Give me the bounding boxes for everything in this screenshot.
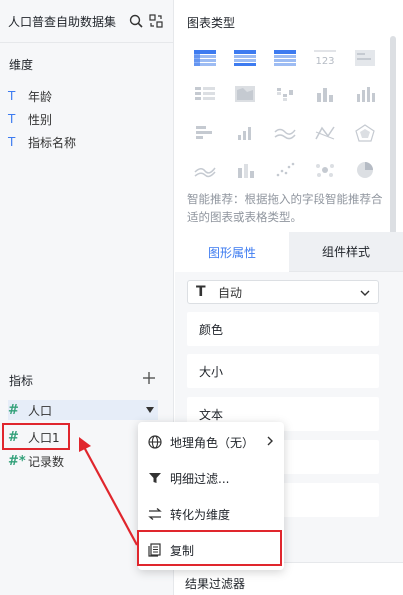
grouped-column-icon[interactable] (353, 84, 377, 104)
dimension-section-label: 维度 (9, 58, 34, 72)
field-name: 记录数 (28, 454, 65, 469)
bar-chart-icon[interactable] (193, 123, 217, 143)
property-tabs: 图形属性 组件样式 (175, 232, 403, 272)
table-chart-icon[interactable] (193, 48, 217, 68)
pie-chart-icon[interactable] (353, 160, 377, 180)
add-measure-icon[interactable] (141, 370, 157, 386)
combo-column-icon[interactable] (233, 160, 257, 180)
switch-dataset-icon[interactable] (147, 12, 165, 30)
menu-item-label: 转化为维度 (170, 507, 231, 522)
menu-item-geo-role[interactable]: 地理角色（无） (138, 424, 284, 460)
dimension-field-gender[interactable]: T 性别 (8, 110, 52, 128)
field-name: 年龄 (28, 89, 53, 104)
number-type-icon: # (8, 402, 19, 418)
grouped-table-icon[interactable] (193, 84, 217, 104)
measure-field-record-count[interactable]: #* 记录数 (8, 451, 64, 471)
filter-chart-icon[interactable] (353, 48, 377, 68)
svg-text:123: 123 (315, 56, 334, 67)
scatter-chart-icon[interactable] (273, 160, 297, 180)
scatter-column-icon[interactable] (233, 123, 257, 143)
measure-field-population[interactable]: # 人口 (8, 400, 158, 420)
property-size[interactable]: 大小 (187, 354, 379, 388)
radar-chart-icon[interactable] (353, 123, 377, 143)
radar-line-icon[interactable] (313, 123, 337, 143)
property-color[interactable]: 颜色 (187, 312, 379, 346)
chart-type-scrollbar[interactable] (390, 36, 396, 236)
globe-icon (148, 434, 170, 450)
chart-type-title: 图表类型 (187, 16, 236, 30)
chevron-down-icon (360, 287, 370, 297)
bubble-chart-icon[interactable] (313, 160, 337, 180)
tab-graphic-properties[interactable]: 图形属性 (175, 232, 289, 272)
dimension-field-indicator-name[interactable]: T 指标名称 (8, 133, 76, 151)
filter-icon (148, 470, 170, 486)
field-name: 性别 (28, 112, 53, 127)
convert-icon (148, 506, 170, 522)
stacked-bar-icon[interactable] (273, 84, 297, 104)
text-type-icon: T (8, 89, 16, 103)
cross-table-icon[interactable] (233, 48, 257, 68)
text-type-icon: T (8, 135, 16, 149)
highlight-box-new-field (2, 423, 70, 450)
dataset-title: 人口普查自助数据集 (8, 14, 117, 29)
area-chart-icon[interactable] (193, 160, 217, 180)
highlight-box-copy (137, 530, 282, 566)
measure-section-label: 指标 (9, 374, 34, 388)
text-mark-icon: T (196, 284, 206, 300)
chevron-right-icon (266, 435, 274, 449)
map-chart-icon[interactable] (233, 84, 257, 104)
detail-table-icon[interactable] (273, 48, 297, 68)
field-name: 人口 (28, 403, 53, 418)
smart-recommend-hint: 智能推荐：根据拖入的字段智能推荐合适的图表或表格类型。 (187, 192, 383, 224)
menu-item-detail-filter[interactable]: 明细过滤... (138, 460, 284, 496)
calculated-number-type-icon: #* (8, 453, 26, 469)
field-dropdown-icon[interactable] (146, 407, 154, 413)
dataset-header: 人口普查自助数据集 (0, 0, 173, 43)
dimension-field-age[interactable]: T 年龄 (8, 87, 52, 105)
kpi-number-icon[interactable]: 123 (313, 48, 337, 68)
line-chart-icon[interactable] (273, 123, 297, 143)
mark-type-select[interactable]: T 自动 (187, 280, 379, 304)
tab-component-style[interactable]: 组件样式 (289, 232, 403, 272)
menu-item-label: 地理角色（无） (170, 435, 255, 450)
menu-item-label: 明细过滤... (170, 471, 230, 486)
field-name: 指标名称 (28, 135, 77, 150)
mark-type-value: 自动 (218, 285, 243, 300)
menu-item-convert-dimension[interactable]: 转化为维度 (138, 496, 284, 532)
search-icon[interactable] (127, 12, 145, 30)
text-type-icon: T (8, 112, 16, 126)
column-chart-icon[interactable] (313, 84, 337, 104)
